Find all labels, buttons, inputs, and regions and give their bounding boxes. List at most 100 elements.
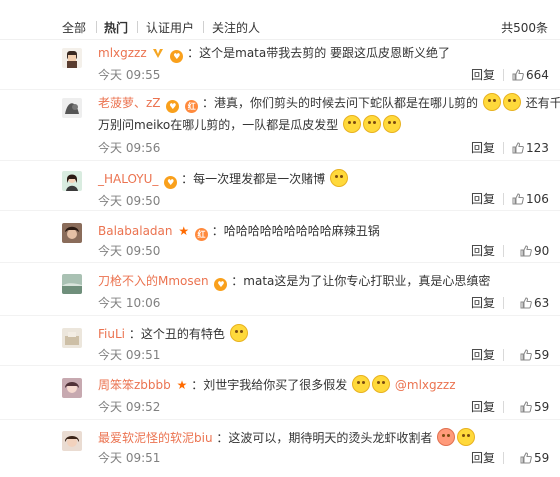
- avatar[interactable]: [62, 98, 82, 118]
- avatar[interactable]: [62, 171, 82, 191]
- like-count: 59: [534, 451, 550, 465]
- comment-content: ：这个丑的有特色: [128, 327, 225, 341]
- reply-button[interactable]: 回复: [471, 243, 495, 259]
- star-badge-icon: ★: [178, 224, 190, 238]
- action-divider: [503, 401, 504, 413]
- like-button[interactable]: 123: [512, 140, 549, 156]
- like-button[interactable]: 106: [512, 191, 549, 207]
- comment-content: ：哈哈哈哈哈哈哈哈哈麻辣丑锅: [211, 224, 380, 238]
- like-count: 59: [534, 348, 550, 362]
- emoji-icon: [229, 324, 248, 342]
- username-link[interactable]: _HALOYU_: [98, 172, 158, 186]
- emoji-icon: [383, 115, 402, 133]
- tab-all[interactable]: 全部: [62, 20, 86, 36]
- like-count: 90: [534, 244, 550, 258]
- username-link[interactable]: 刀枪不入的Mmosen: [98, 274, 209, 288]
- comment-filter-tabs: 全部 热门 认证用户 关注的人 共500条: [0, 0, 560, 40]
- thumbs-up-icon: [520, 452, 532, 464]
- like-button[interactable]: 59: [520, 450, 549, 466]
- avatar[interactable]: [62, 223, 82, 243]
- thumbs-up-icon: [520, 297, 532, 309]
- avatar[interactable]: [62, 431, 82, 451]
- username-link[interactable]: Balabaladan: [98, 224, 173, 238]
- comment-item: _HALOYU_ ♥ ：每一次理发都是一次赌博 今天 09:50 回复 106: [0, 161, 560, 211]
- like-count: 664: [526, 68, 549, 82]
- username-link[interactable]: 周笨笨zbbbb: [98, 378, 171, 392]
- thumbs-up-icon: [512, 69, 524, 81]
- action-divider: [503, 297, 504, 309]
- like-count: 123: [526, 141, 549, 155]
- comment-content: 万别问meiko在哪儿剪的，一队都是瓜皮发型: [98, 118, 339, 132]
- avatar[interactable]: [62, 274, 82, 294]
- like-count: 59: [534, 400, 550, 414]
- comment-content: ：每一次理发都是一次赌博: [181, 172, 326, 186]
- comment-text-line: mlxgzzz ♥ ：这个是mata带我去剪的 要跟这瓜皮恩断义绝了: [98, 44, 526, 63]
- action-divider: [503, 142, 504, 154]
- tab-divider: [96, 21, 97, 33]
- reply-button[interactable]: 回复: [471, 450, 495, 466]
- reply-button[interactable]: 回复: [471, 295, 495, 311]
- like-button[interactable]: 90: [520, 243, 549, 259]
- comment-text-line: 老菠萝、zZ ♥ 红 ：港真，你们剪头的时候去问下蛇队都是在哪儿剪的 还有千: [98, 93, 560, 113]
- action-divider: [503, 452, 504, 464]
- comment-text-line: 最爱软泥怪的软泥biu ：这波可以，期待明天的烫头龙虾收割者: [98, 428, 526, 447]
- like-button[interactable]: 59: [520, 399, 549, 415]
- comment-time: 今天 09:50: [98, 244, 161, 258]
- member-level-icon: ♥: [214, 278, 228, 291]
- like-button[interactable]: 63: [520, 295, 549, 311]
- emoji-icon: [352, 375, 371, 393]
- like-button[interactable]: 59: [520, 347, 549, 363]
- avatar[interactable]: [62, 48, 82, 68]
- comment-text-line: 万别问meiko在哪儿剪的，一队都是瓜皮发型: [98, 115, 526, 134]
- emoji-icon: [343, 115, 362, 133]
- username-link[interactable]: 最爱软泥怪的软泥biu: [98, 431, 213, 445]
- reply-button[interactable]: 回复: [471, 191, 495, 207]
- username-link[interactable]: 老菠萝、zZ: [98, 96, 161, 110]
- comment-content: ：港真，你们剪头的时候去问下蛇队都是在哪儿剪的: [202, 96, 479, 110]
- avatar[interactable]: [62, 328, 82, 348]
- tab-hot[interactable]: 热门: [104, 20, 128, 36]
- thumbs-up-icon: [520, 401, 532, 413]
- username-link[interactable]: mlxgzzz: [98, 46, 147, 60]
- comment-content: ：mata这是为了让你专心打职业，真是心思缜密: [231, 274, 491, 288]
- comment-content-continued: 还有千: [525, 96, 560, 110]
- thumbs-up-icon: [512, 193, 524, 205]
- emoji-icon: [437, 428, 456, 446]
- comment-time: 今天 09:52: [98, 400, 161, 414]
- reply-button[interactable]: 回复: [471, 399, 495, 415]
- comment-item: 老菠萝、zZ ♥ 红 ：港真，你们剪头的时候去问下蛇队都是在哪儿剪的 还有千 万…: [0, 90, 560, 161]
- thumbs-up-icon: [512, 142, 524, 154]
- tab-verified[interactable]: 认证用户: [146, 20, 194, 36]
- username-link[interactable]: FiuLi: [98, 327, 125, 341]
- comment-time: 今天 09:50: [98, 194, 161, 208]
- reply-button[interactable]: 回复: [471, 140, 495, 156]
- fan-badge-icon: 红: [185, 100, 199, 113]
- thumbs-up-icon: [520, 245, 532, 257]
- comment-item: 刀枪不入的Mmosen ♥ ：mata这是为了让你专心打职业，真是心思缜密 今天…: [0, 263, 560, 316]
- star-badge-icon: ★: [176, 378, 188, 392]
- emoji-icon: [372, 375, 391, 393]
- reply-button[interactable]: 回复: [471, 67, 495, 83]
- mention-link[interactable]: @mlxgzzz: [395, 378, 456, 392]
- thumbs-up-icon: [520, 349, 532, 361]
- like-button[interactable]: 664: [512, 67, 549, 83]
- emoji-icon: [329, 169, 348, 187]
- comment-total-count: 共500条: [501, 21, 548, 35]
- comment-item: 最爱软泥怪的软泥biu ：这波可以，期待明天的烫头龙虾收割者 今天 09:51 …: [0, 420, 560, 477]
- reply-button[interactable]: 回复: [471, 347, 495, 363]
- tab-divider: [203, 21, 204, 33]
- like-count: 106: [526, 192, 549, 206]
- emoji-icon: [502, 93, 521, 111]
- member-level-icon: ♥: [164, 176, 178, 189]
- tab-divider: [137, 21, 138, 33]
- comment-content: ：刘世宇我给你买了很多假发: [191, 378, 348, 392]
- tab-following[interactable]: 关注的人: [212, 20, 260, 36]
- fan-badge-icon: 红: [194, 228, 208, 241]
- comment-content: ：这个是mata带我去剪的 要跟这瓜皮恩断义绝了: [187, 46, 451, 60]
- comment-text-line: _HALOYU_ ♥ ：每一次理发都是一次赌博: [98, 169, 526, 189]
- action-divider: [503, 69, 504, 81]
- member-level-icon: ♥: [170, 50, 184, 63]
- action-divider: [503, 349, 504, 361]
- avatar[interactable]: [62, 378, 82, 398]
- like-count: 63: [534, 296, 550, 310]
